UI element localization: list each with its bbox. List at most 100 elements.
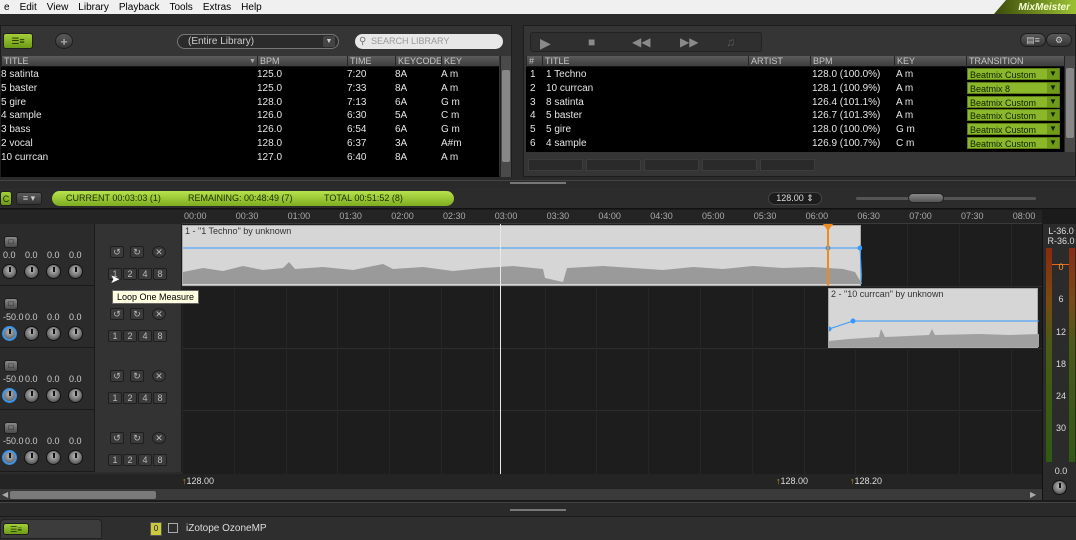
bpm-marker[interactable]: ↑128.00 [776, 476, 808, 486]
loop-length-button[interactable]: 4 [138, 454, 152, 466]
view-dropdown-button[interactable]: ≡ ▾ [16, 192, 42, 205]
close-icon[interactable]: ✕ [152, 370, 166, 382]
loop-length-button[interactable]: 2 [123, 454, 137, 466]
col-time[interactable]: TIME [347, 56, 395, 67]
slot[interactable] [586, 159, 641, 171]
library-row[interactable]: 5 gire 128.0 7:13 6A G m [1, 96, 499, 110]
track-knob[interactable] [2, 388, 17, 403]
timeline-clip-2[interactable]: 2 - "10 currcan" by unknown [828, 288, 1039, 348]
bottom-splitter[interactable] [0, 502, 1076, 516]
transition-marker[interactable] [827, 224, 829, 286]
col-key[interactable]: KEY [894, 56, 966, 67]
loop-length-button[interactable]: 1 [108, 392, 122, 404]
track-knob[interactable] [46, 264, 61, 279]
track-knob[interactable] [68, 388, 83, 403]
playlist-row[interactable]: 4 5 baster 126.7 (101.3%) A m Beatmix Custom… [526, 109, 1064, 123]
playlist-row[interactable]: 3 8 satinta 126.4 (101.1%) A m Beatmix Custo… [526, 95, 1064, 110]
plugin-window-icon[interactable] [168, 523, 178, 533]
library-row[interactable]: 8 satinta 125.0 7:20 8A A m [1, 68, 499, 82]
track-knob[interactable] [2, 326, 17, 341]
playlist-row[interactable]: 6 4 sample 126.9 (100.7%) C m Beatmix Custom… [526, 137, 1064, 151]
previous-icon[interactable]: ◀◀ [632, 35, 650, 49]
splitter-grip[interactable] [510, 182, 566, 184]
next-icon[interactable]: ▶▶ [680, 35, 698, 49]
menu-tools[interactable]: Tools [165, 2, 198, 13]
library-scrollbar[interactable] [500, 56, 511, 177]
zoom-slider-thumb[interactable] [908, 193, 944, 203]
track-knob[interactable] [46, 450, 61, 465]
effects-tab[interactable]: ☰≡ [0, 519, 102, 539]
loop-forward-icon[interactable]: ↻ [130, 370, 144, 382]
transition-select[interactable]: Beatmix Custom ▼ [967, 95, 1060, 108]
zoom-slider[interactable] [856, 193, 1036, 203]
scroll-right-icon[interactable]: ▶ [1030, 490, 1036, 499]
menu-file[interactable]: e [0, 2, 16, 13]
col-keycode[interactable]: KEYCODE [395, 56, 442, 67]
library-row[interactable]: 4 sample 126.0 6:30 5A C m [1, 109, 499, 123]
timeline-scrollbar[interactable]: ◀ ▶ [0, 488, 1042, 500]
track-mute-button[interactable]: □ [4, 422, 18, 434]
track-knob[interactable] [24, 388, 39, 403]
menu-view[interactable]: View [43, 2, 75, 13]
col-bpm[interactable]: BPM [257, 56, 347, 67]
transition-select[interactable]: Beatmix Custom ▼ [967, 109, 1060, 122]
loop-back-icon[interactable]: ↺ [110, 308, 124, 320]
track-knob[interactable] [68, 264, 83, 279]
loop-forward-icon[interactable]: ↻ [130, 246, 144, 258]
col-bpm[interactable]: BPM [810, 56, 894, 67]
scroll-left-icon[interactable]: ◀ [2, 490, 8, 499]
loop-length-button[interactable]: 8 [153, 454, 167, 466]
bpm-marker[interactable]: ↑128.20 [850, 476, 882, 486]
track-knob[interactable] [24, 264, 39, 279]
tempo-spinner[interactable]: 128.00 ⇕ [768, 192, 822, 205]
headphones-icon[interactable]: ♫ [726, 35, 735, 49]
col-artist[interactable]: ARTIST [748, 56, 810, 67]
play-icon[interactable]: ▶ [540, 35, 551, 52]
library-row[interactable]: 10 currcan 127.0 6:40 8A A m [1, 151, 499, 165]
view-switch-button[interactable]: ▤≡ [1020, 33, 1046, 47]
close-icon[interactable]: ✕ [152, 246, 166, 258]
track-knob[interactable] [2, 450, 17, 465]
loop-forward-icon[interactable]: ↻ [130, 308, 144, 320]
stop-icon[interactable]: ■ [588, 35, 595, 49]
scroll-thumb[interactable] [1066, 68, 1074, 138]
loop-length-button[interactable]: 8 [153, 268, 167, 280]
search-input[interactable]: ⚲ SEARCH LIBRARY [355, 34, 503, 49]
track-mute-button[interactable]: □ [4, 298, 18, 310]
transition-select[interactable]: Beatmix Custom ▼ [967, 68, 1060, 80]
library-row[interactable]: 5 baster 125.0 7:33 8A A m [1, 82, 499, 96]
close-icon[interactable]: ✕ [152, 308, 166, 320]
track-mute-button[interactable]: □ [4, 236, 18, 248]
library-row[interactable]: 3 bass 126.0 6:54 6A G m [1, 123, 499, 137]
slot[interactable] [528, 159, 583, 171]
track-knob[interactable] [2, 264, 17, 279]
close-icon[interactable]: ✕ [152, 432, 166, 444]
loop-length-button[interactable]: 2 [123, 392, 137, 404]
splitter-grip[interactable] [510, 509, 566, 511]
transition-select[interactable]: Beatmix Custom ▼ [967, 123, 1060, 136]
menu-library[interactable]: Library [74, 2, 115, 13]
col-transition[interactable]: TRANSITION [966, 56, 1064, 67]
menu-help[interactable]: Help [237, 2, 268, 13]
track-mute-button[interactable]: □ [4, 360, 18, 372]
playlist-row[interactable]: 1 1 Techno 128.0 (100.0%) A m Beatmix Custom… [526, 68, 1064, 82]
library-row[interactable]: 2 vocal 128.0 6:37 3A A#m [1, 137, 499, 151]
loop-length-button[interactable]: 2 [123, 268, 137, 280]
master-volume-knob[interactable] [1052, 480, 1067, 495]
loop-length-button[interactable]: 1 [108, 330, 122, 342]
playhead[interactable] [500, 224, 501, 474]
slot[interactable] [702, 159, 757, 171]
menu-playback[interactable]: Playback [115, 2, 166, 13]
transition-select[interactable]: Beatmix Custom ▼ [967, 137, 1060, 149]
col-title[interactable]: TITLE [1, 56, 257, 67]
loop-length-button[interactable]: 4 [138, 392, 152, 404]
slot[interactable] [644, 159, 699, 171]
scroll-thumb[interactable] [502, 70, 510, 162]
track-knob[interactable] [46, 326, 61, 341]
col-number[interactable]: # [526, 56, 542, 67]
menu-extras[interactable]: Extras [199, 2, 237, 13]
scroll-thumb[interactable] [10, 491, 156, 499]
loop-length-button[interactable]: 8 [153, 330, 167, 342]
track-knob[interactable] [24, 326, 39, 341]
timeline-area[interactable]: 1 - "1 Techno" by unknown 2 - "10 currca… [182, 224, 1042, 474]
